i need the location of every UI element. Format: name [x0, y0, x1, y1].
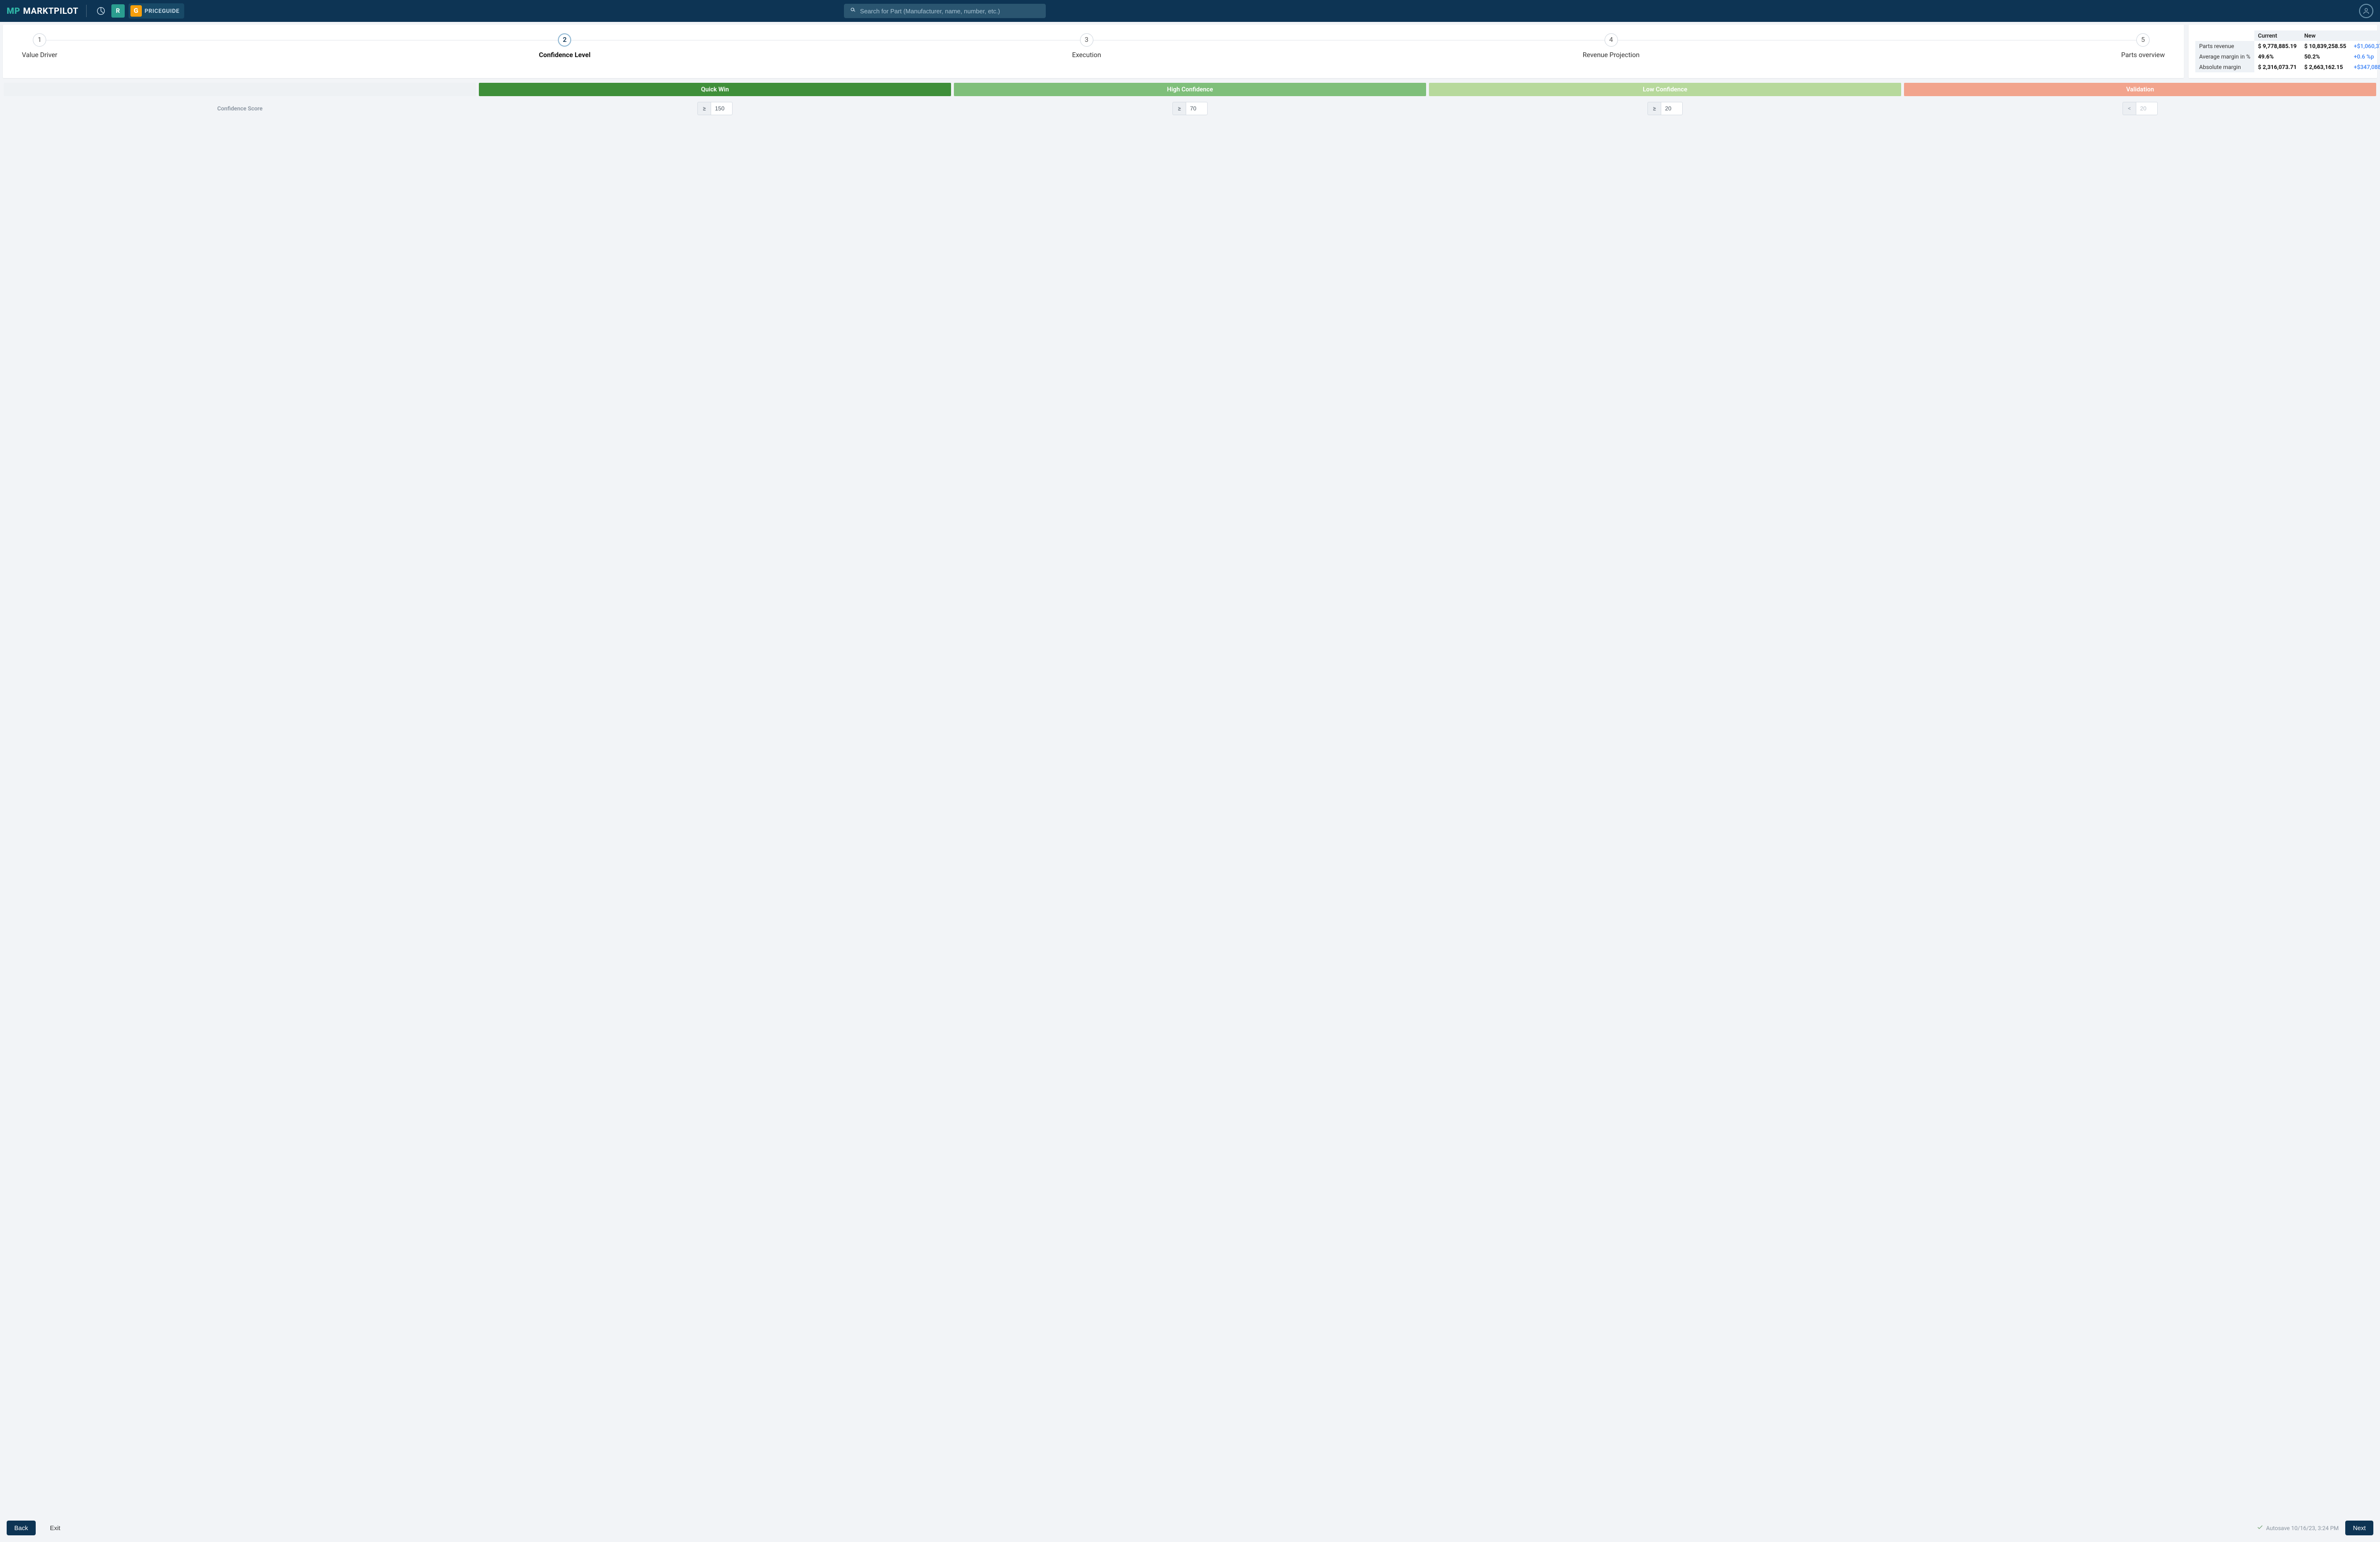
summary-panel: Current New Parts revenue $ 9,778,885.19… [2189, 25, 2377, 78]
band-header: Validation [1904, 83, 2376, 96]
score-operator: ≥ [1172, 102, 1186, 115]
summary-cell-diff: +0.6 %p [2350, 51, 2380, 62]
step-label: Parts overview [2121, 51, 2165, 59]
top-nav: MP MARKTPILOT R G PRICEGUIDE [0, 0, 2380, 22]
band-header: High Confidence [954, 83, 1426, 96]
score-input-wrap: ≥ [1647, 102, 1683, 115]
score-input-wrap: ≥ [1172, 102, 1208, 115]
score-input-wrap: ≥ [697, 102, 733, 115]
confidence-score-label: Confidence Score [217, 105, 262, 112]
score-input-quick[interactable] [711, 102, 733, 115]
summary-header-new: New [2301, 30, 2350, 41]
step-revenue-projection[interactable]: 4 Revenue Projection [1583, 33, 1640, 59]
check-icon [2257, 1524, 2263, 1532]
step-value-driver[interactable]: 1 Value Driver [22, 33, 57, 59]
summary-cell-new: 50.2% [2301, 51, 2350, 62]
exit-button[interactable]: Exit [42, 1521, 68, 1535]
step-number: 2 [558, 33, 571, 47]
band-quick-win: Quick Win [479, 83, 951, 96]
autosave-text: Autosave 10/16/23, 3:24 PM [2266, 1525, 2339, 1532]
stepper-panel: 1 Value Driver 2 Confidence Level 3 Exec… [3, 25, 2184, 78]
step-confidence-level[interactable]: 2 Confidence Level [539, 33, 590, 59]
content-row: 1 Value Driver 2 Confidence Level 3 Exec… [0, 22, 2380, 78]
step-label: Revenue Projection [1583, 51, 1640, 59]
summary-row: Average margin in % 49.6% 50.2% +0.6 %p [2195, 51, 2380, 62]
score-operator: ≥ [697, 102, 711, 115]
score-cell-high: ≥ [954, 102, 1426, 115]
avatar-button[interactable] [2359, 4, 2373, 18]
band-validation: Validation [1904, 83, 2376, 96]
band-header: Low Confidence [1429, 83, 1901, 96]
search-icon [850, 7, 856, 15]
step-label: Value Driver [22, 51, 57, 59]
summary-cell-diff: +$347,088.44 [2350, 62, 2380, 72]
step-label: Execution [1072, 51, 1101, 59]
summary-row-label: Average margin in % [2195, 51, 2254, 62]
confidence-score-row: Confidence Score ≥ ≥ ≥ < [0, 96, 2380, 115]
r-badge-icon[interactable]: R [111, 4, 125, 18]
autosave-status: Autosave 10/16/23, 3:24 PM [2257, 1524, 2339, 1532]
confidence-band-row: Quick Win High Confidence Low Confidence… [0, 78, 2380, 96]
score-operator: ≥ [1647, 102, 1661, 115]
brand-logo: MP [7, 6, 20, 16]
band-high-confidence: High Confidence [954, 83, 1426, 96]
band-low-confidence: Low Confidence [1429, 83, 1901, 96]
score-input-validation [2136, 102, 2158, 115]
score-input-low[interactable] [1661, 102, 1683, 115]
back-button[interactable]: Back [7, 1521, 36, 1535]
brand[interactable]: MP MARKTPILOT [7, 6, 79, 16]
footer: Back Exit Autosave 10/16/23, 3:24 PM Nex… [0, 1515, 2380, 1542]
summary-row: Parts revenue $ 9,778,885.19 $ 10,839,25… [2195, 41, 2380, 51]
summary-cell-current: $ 9,778,885.19 [2254, 41, 2301, 51]
score-cell-low: ≥ [1429, 102, 1901, 115]
step-number: 1 [33, 33, 46, 47]
step-number: 4 [1605, 33, 1618, 47]
summary-cell-new: $ 10,839,258.55 [2301, 41, 2350, 51]
nav-divider [86, 5, 87, 17]
step-label: Confidence Level [539, 51, 590, 59]
next-button[interactable]: Next [2345, 1521, 2373, 1535]
band-label-cell [4, 83, 476, 96]
search-input[interactable] [844, 4, 1046, 18]
step-number: 5 [2136, 33, 2150, 47]
priceguide-pill[interactable]: G PRICEGUIDE [129, 3, 184, 19]
step-execution[interactable]: 3 Execution [1072, 33, 1101, 59]
score-cell-quick: ≥ [479, 102, 951, 115]
summary-cell-diff: +$1,060,374.36 [2350, 41, 2380, 51]
summary-header-current: Current [2254, 30, 2301, 41]
nav-icons: R G PRICEGUIDE [94, 3, 184, 19]
brand-name: MARKTPILOT [23, 6, 79, 16]
summary-cell-new: $ 2,663,162.15 [2301, 62, 2350, 72]
score-operator: < [2122, 102, 2136, 115]
summary-row-label: Parts revenue [2195, 41, 2254, 51]
summary-row-label: Absolute margin [2195, 62, 2254, 72]
step-number: 3 [1080, 33, 1093, 47]
band-header: Quick Win [479, 83, 951, 96]
summary-row: Absolute margin $ 2,316,073.71 $ 2,663,1… [2195, 62, 2380, 72]
score-cell-validation: < [1904, 102, 2376, 115]
score-input-high[interactable] [1186, 102, 1208, 115]
priceguide-badge-icon: G [130, 5, 142, 17]
summary-table: Current New Parts revenue $ 9,778,885.19… [2195, 30, 2380, 72]
stepper: 1 Value Driver 2 Confidence Level 3 Exec… [22, 33, 2165, 59]
step-parts-overview[interactable]: 5 Parts overview [2121, 33, 2165, 59]
search-wrap [844, 4, 1046, 18]
analytics-icon[interactable] [94, 4, 108, 18]
summary-cell-current: 49.6% [2254, 51, 2301, 62]
score-label-cell: Confidence Score [4, 102, 476, 115]
score-input-wrap: < [2122, 102, 2158, 115]
summary-cell-current: $ 2,316,073.71 [2254, 62, 2301, 72]
priceguide-label: PRICEGUIDE [145, 8, 179, 14]
band-header-blank [4, 83, 476, 96]
